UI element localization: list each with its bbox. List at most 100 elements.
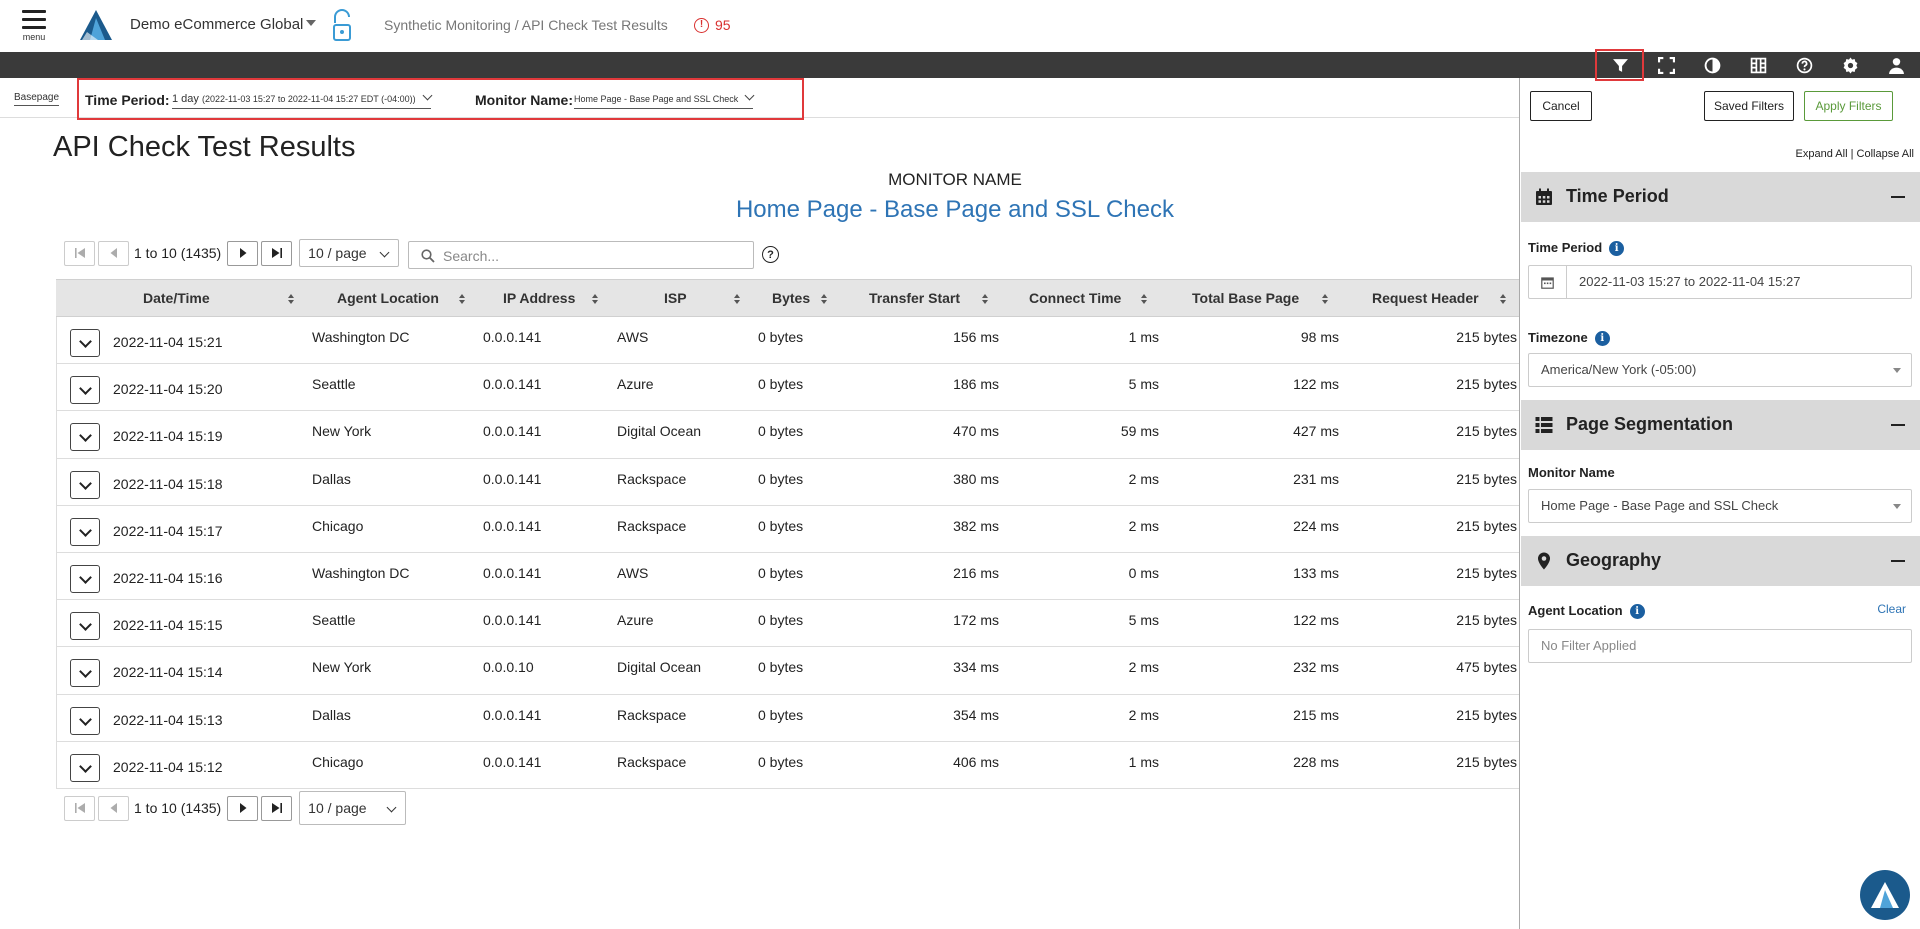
- per-page-select[interactable]: 10 / page: [299, 791, 407, 825]
- prev-page-button[interactable]: [98, 795, 129, 821]
- time-period-field-label: Time Period i: [1528, 240, 1625, 256]
- column-header-connect-time[interactable]: Connect Time: [1029, 280, 1121, 318]
- cell-transfer-start: 156 ms: [953, 329, 999, 345]
- expand-row-button[interactable]: [70, 423, 100, 452]
- contrast-icon[interactable]: [1692, 52, 1732, 78]
- sort-icon[interactable]: [734, 294, 741, 304]
- fullscreen-icon[interactable]: [1646, 52, 1686, 78]
- sort-icon[interactable]: [459, 294, 466, 304]
- first-page-button[interactable]: [64, 795, 95, 821]
- expand-row-button[interactable]: [70, 753, 100, 782]
- section-time-period[interactable]: Time Period: [1521, 172, 1920, 222]
- app-switcher-caret-icon[interactable]: [306, 20, 316, 26]
- section-page-segmentation[interactable]: Page Segmentation: [1521, 400, 1920, 450]
- collapse-icon[interactable]: [1891, 196, 1905, 198]
- results-table: Date/Time Agent Location IP Address ISP …: [56, 279, 1519, 789]
- expand-row-button[interactable]: [70, 706, 100, 735]
- column-header-bytes[interactable]: Bytes: [772, 280, 810, 318]
- basepage-tab[interactable]: Basepage: [14, 92, 60, 106]
- cell-agent-location: Washington DC: [312, 329, 410, 345]
- cell-bytes: 0 bytes: [758, 329, 804, 345]
- cell-isp: Digital Ocean: [617, 423, 702, 440]
- search-input[interactable]: [443, 246, 743, 266]
- monitor-name-label: Monitor Name:: [475, 92, 573, 108]
- chat-assistant-button[interactable]: [1860, 870, 1910, 920]
- sort-icon[interactable]: [982, 294, 989, 304]
- expand-row-button[interactable]: [70, 470, 100, 499]
- cell-agent-location: Washington DC: [312, 564, 410, 581]
- table-body: 2022-11-04 15:21 Washington DC 0.0.0.141…: [56, 317, 1519, 789]
- prev-page-button[interactable]: [98, 240, 129, 266]
- sort-icon[interactable]: [1322, 294, 1329, 304]
- expand-row-button[interactable]: [70, 564, 100, 593]
- expand-row-button[interactable]: [70, 517, 100, 546]
- menu-button[interactable]: menu: [20, 10, 48, 46]
- column-header-datetime[interactable]: Date/Time: [143, 280, 210, 318]
- sort-icon[interactable]: [1141, 294, 1148, 304]
- columns-icon[interactable]: [1738, 52, 1778, 78]
- column-header-isp[interactable]: ISP: [664, 280, 687, 318]
- apply-filters-button[interactable]: Apply Filters: [1804, 91, 1893, 121]
- sort-icon[interactable]: [821, 294, 828, 304]
- collapse-icon[interactable]: [1891, 560, 1905, 562]
- expand-row-button[interactable]: [70, 659, 100, 688]
- collapse-all-link[interactable]: Collapse All: [1857, 148, 1914, 160]
- agent-location-field[interactable]: No Filter Applied: [1528, 629, 1912, 663]
- gear-icon[interactable]: [1830, 52, 1870, 78]
- time-period-dropdown[interactable]: 1 day (2022-11-03 15:27 to 2022-11-04 15…: [172, 90, 433, 109]
- next-page-button[interactable]: [227, 240, 259, 266]
- table-row: 2022-11-04 15:20 Seattle 0.0.0.141 Azure…: [57, 364, 1519, 412]
- cell-datetime: 2022-11-04 15:21: [113, 334, 223, 350]
- expand-all-link[interactable]: Expand All: [1796, 148, 1848, 160]
- saved-filters-button[interactable]: Saved Filters: [1704, 91, 1794, 121]
- cell-request-header: 215 bytes: [1456, 329, 1517, 345]
- column-header-request-header[interactable]: Request Header: [1372, 280, 1479, 318]
- sort-icon[interactable]: [592, 294, 599, 304]
- app-name[interactable]: Demo eCommerce Global: [130, 16, 303, 33]
- expand-row-button[interactable]: [70, 376, 100, 405]
- search-help-icon[interactable]: ?: [762, 246, 779, 263]
- first-page-button[interactable]: [64, 240, 95, 266]
- breadcrumb[interactable]: Synthetic Monitoring / API Check Test Re…: [384, 17, 668, 33]
- time-period-label: Time Period:: [85, 92, 170, 108]
- cell-bytes: 0 bytes: [758, 659, 804, 676]
- info-icon[interactable]: i: [1629, 604, 1645, 619]
- column-header-transfer-start[interactable]: Transfer Start: [869, 280, 960, 318]
- section-geography[interactable]: Geography: [1521, 536, 1920, 586]
- cancel-button[interactable]: Cancel: [1530, 91, 1592, 121]
- collapse-icon[interactable]: [1891, 424, 1905, 426]
- alert-indicator[interactable]: ! 95: [694, 17, 731, 33]
- last-page-button[interactable]: [261, 240, 293, 266]
- cell-isp: AWS: [617, 564, 649, 581]
- cell-connect-time: 1 ms: [1128, 329, 1159, 345]
- time-period-field[interactable]: 2022-11-03 15:27 to 2022-11-04 15:27: [1528, 265, 1912, 299]
- per-page-select[interactable]: 10 / page: [299, 239, 400, 267]
- info-icon[interactable]: i: [1609, 241, 1625, 256]
- monitor-name-dropdown[interactable]: Home Page - Base Page and SSL Check: [574, 90, 755, 109]
- monitor-name-select[interactable]: Home Page - Base Page and SSL Check: [1528, 489, 1912, 523]
- last-page-button[interactable]: [261, 795, 293, 821]
- unlocked-icon[interactable]: [329, 9, 355, 43]
- sort-icon[interactable]: [288, 294, 295, 304]
- help-icon[interactable]: [1784, 52, 1824, 78]
- expand-row-button[interactable]: [70, 329, 100, 357]
- next-page-button[interactable]: [227, 795, 259, 821]
- cell-agent-location: Chicago: [312, 753, 364, 770]
- user-icon[interactable]: [1876, 52, 1916, 78]
- column-header-ip-address[interactable]: IP Address: [503, 280, 575, 318]
- cell-agent-location: Chicago: [312, 517, 364, 534]
- last-page-icon: [271, 248, 282, 258]
- brand-logo-icon[interactable]: [78, 8, 114, 42]
- timezone-select[interactable]: America/New York (-05:00): [1528, 353, 1912, 387]
- pager-bottom: 1 to 10 (1435) 10 / page: [64, 791, 407, 825]
- cell-datetime: 2022-11-04 15:19: [113, 428, 223, 445]
- monitor-name-title: Home Page - Base Page and SSL Check: [735, 196, 1175, 223]
- info-icon[interactable]: i: [1594, 331, 1610, 346]
- cell-ip-address: 0.0.0.141: [483, 612, 542, 629]
- expand-row-button[interactable]: [70, 612, 100, 641]
- clear-link[interactable]: Clear: [1877, 602, 1906, 616]
- sort-icon[interactable]: [1500, 294, 1507, 304]
- timezone-label: Timezone i: [1528, 330, 1610, 346]
- column-header-agent-location[interactable]: Agent Location: [337, 280, 439, 318]
- column-header-total-base-page[interactable]: Total Base Page: [1192, 280, 1299, 318]
